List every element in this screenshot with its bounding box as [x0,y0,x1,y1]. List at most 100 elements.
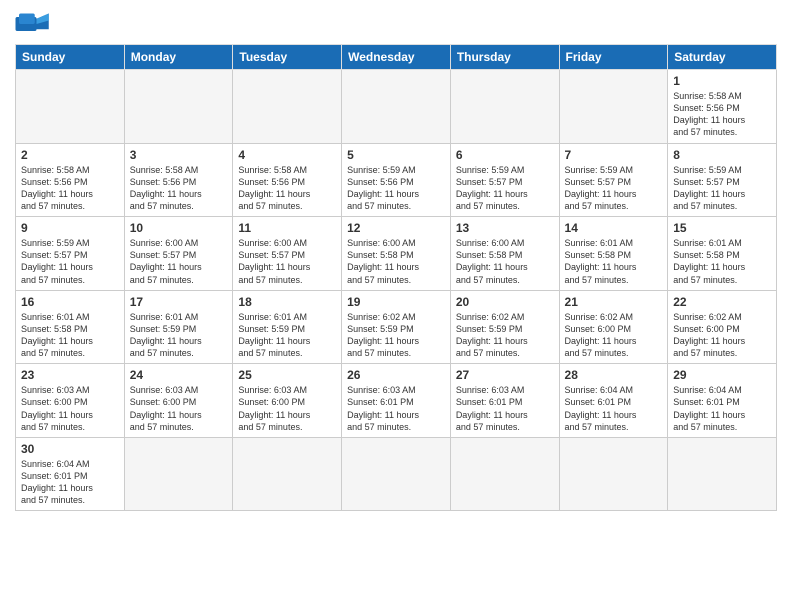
col-header-sunday: Sunday [16,45,125,70]
day-info: Sunrise: 6:00 AMSunset: 5:58 PMDaylight:… [347,237,445,286]
day-cell: 19Sunrise: 6:02 AMSunset: 5:59 PMDayligh… [342,290,451,364]
day-cell: 28 Sunrise: 6:04 AMSunset: 6:01 PMDayligh… [559,364,668,438]
day-number: 8 [673,148,771,162]
day-info: Sunrise: 5:58 AMSunset: 5:56 PMDaylight:… [21,164,119,213]
day-cell: 3Sunrise: 5:58 AMSunset: 5:56 PMDaylight… [124,143,233,217]
day-cell: 26 Sunrise: 6:03 AMSunset: 6:01 PMDayligh… [342,364,451,438]
col-header-friday: Friday [559,45,668,70]
day-number: 22 [673,295,771,309]
day-cell: 13 Sunrise: 6:00 AMSunset: 5:58 PMDayligh… [450,217,559,291]
day-cell: 10Sunrise: 6:00 AMSunset: 5:57 PMDayligh… [124,217,233,291]
day-cell: 21Sunrise: 6:02 AMSunset: 6:00 PMDayligh… [559,290,668,364]
day-info: Sunrise: 5:59 AMSunset: 5:57 PMDaylight:… [21,237,119,286]
day-info: Sunrise: 6:00 AMSunset: 5:57 PMDaylight:… [238,237,336,286]
day-info: Sunrise: 6:03 AMSunset: 6:00 PMDaylight:… [238,384,336,433]
day-number: 27 [456,368,554,382]
day-number: 18 [238,295,336,309]
col-header-thursday: Thursday [450,45,559,70]
day-info: Sunrise: 6:03 AMSunset: 6:00 PMDaylight:… [21,384,119,433]
day-cell [450,70,559,144]
day-cell [233,70,342,144]
col-header-saturday: Saturday [668,45,777,70]
day-number: 12 [347,221,445,235]
day-cell: 5 Sunrise: 5:59 AMSunset: 5:56 PMDaylight… [342,143,451,217]
day-number: 11 [238,221,336,235]
day-info: Sunrise: 6:01 AMSunset: 5:58 PMDaylight:… [565,237,663,286]
day-number: 4 [238,148,336,162]
day-cell: 8 Sunrise: 5:59 AMSunset: 5:57 PMDaylight… [668,143,777,217]
day-info: Sunrise: 6:01 AMSunset: 5:59 PMDaylight:… [130,311,228,360]
week-row-6: 30Sunrise: 6:04 AMSunset: 6:01 PMDayligh… [16,437,777,511]
day-number: 5 [347,148,445,162]
day-number: 28 [565,368,663,382]
day-number: 25 [238,368,336,382]
day-cell: 12 Sunrise: 6:00 AMSunset: 5:58 PMDayligh… [342,217,451,291]
day-cell: 7Sunrise: 5:59 AMSunset: 5:57 PMDaylight… [559,143,668,217]
day-info: Sunrise: 6:03 AMSunset: 6:01 PMDaylight:… [347,384,445,433]
day-cell: 16 Sunrise: 6:01 AMSunset: 5:58 PMDayligh… [16,290,125,364]
day-info: Sunrise: 6:04 AMSunset: 6:01 PMDaylight:… [565,384,663,433]
day-number: 2 [21,148,119,162]
page-header [15,10,777,38]
day-cell [450,437,559,511]
day-cell: 9 Sunrise: 5:59 AMSunset: 5:57 PMDaylight… [16,217,125,291]
col-header-wednesday: Wednesday [342,45,451,70]
day-number: 24 [130,368,228,382]
day-cell: 6Sunrise: 5:59 AMSunset: 5:57 PMDaylight… [450,143,559,217]
day-info: Sunrise: 5:58 AMSunset: 5:56 PMDaylight:… [673,90,771,139]
day-number: 6 [456,148,554,162]
day-number: 7 [565,148,663,162]
day-number: 15 [673,221,771,235]
day-cell [16,70,125,144]
day-info: Sunrise: 6:04 AMSunset: 6:01 PMDaylight:… [21,458,119,507]
day-number: 16 [21,295,119,309]
day-number: 21 [565,295,663,309]
day-number: 14 [565,221,663,235]
day-cell: 2 Sunrise: 5:58 AMSunset: 5:56 PMDaylight… [16,143,125,217]
day-cell [124,70,233,144]
day-cell [342,437,451,511]
day-info: Sunrise: 6:00 AMSunset: 5:58 PMDaylight:… [456,237,554,286]
week-row-2: 2 Sunrise: 5:58 AMSunset: 5:56 PMDaylight… [16,143,777,217]
day-cell: 29 Sunrise: 6:04 AMSunset: 6:01 PMDayligh… [668,364,777,438]
week-row-4: 16 Sunrise: 6:01 AMSunset: 5:58 PMDayligh… [16,290,777,364]
day-info: Sunrise: 5:59 AMSunset: 5:57 PMDaylight:… [673,164,771,213]
day-cell: 4 Sunrise: 5:58 AMSunset: 5:56 PMDaylight… [233,143,342,217]
day-info: Sunrise: 5:58 AMSunset: 5:56 PMDaylight:… [238,164,336,213]
header-row: SundayMondayTuesdayWednesdayThursdayFrid… [16,45,777,70]
day-info: Sunrise: 6:01 AMSunset: 5:58 PMDaylight:… [21,311,119,360]
week-row-1: 1Sunrise: 5:58 AMSunset: 5:56 PMDaylight… [16,70,777,144]
day-cell: 14 Sunrise: 6:01 AMSunset: 5:58 PMDayligh… [559,217,668,291]
day-cell: 25 Sunrise: 6:03 AMSunset: 6:00 PMDayligh… [233,364,342,438]
day-number: 26 [347,368,445,382]
day-number: 19 [347,295,445,309]
day-info: Sunrise: 6:02 AMSunset: 5:59 PMDaylight:… [456,311,554,360]
day-number: 20 [456,295,554,309]
day-number: 23 [21,368,119,382]
logo [15,10,55,38]
calendar-table: SundayMondayTuesdayWednesdayThursdayFrid… [15,44,777,511]
day-number: 17 [130,295,228,309]
day-cell: 27 Sunrise: 6:03 AMSunset: 6:01 PMDayligh… [450,364,559,438]
day-number: 29 [673,368,771,382]
day-info: Sunrise: 6:01 AMSunset: 5:59 PMDaylight:… [238,311,336,360]
day-number: 9 [21,221,119,235]
day-cell: 11 Sunrise: 6:00 AMSunset: 5:57 PMDayligh… [233,217,342,291]
day-info: Sunrise: 6:04 AMSunset: 6:01 PMDaylight:… [673,384,771,433]
day-cell: 22Sunrise: 6:02 AMSunset: 6:00 PMDayligh… [668,290,777,364]
day-cell: 1Sunrise: 5:58 AMSunset: 5:56 PMDaylight… [668,70,777,144]
day-info: Sunrise: 5:59 AMSunset: 5:56 PMDaylight:… [347,164,445,213]
day-number: 13 [456,221,554,235]
logo-icon [15,10,51,38]
day-cell: 18 Sunrise: 6:01 AMSunset: 5:59 PMDayligh… [233,290,342,364]
day-cell: 24 Sunrise: 6:03 AMSunset: 6:00 PMDayligh… [124,364,233,438]
day-cell [559,437,668,511]
day-cell [342,70,451,144]
day-info: Sunrise: 6:01 AMSunset: 5:58 PMDaylight:… [673,237,771,286]
day-cell [559,70,668,144]
day-cell: 17 Sunrise: 6:01 AMSunset: 5:59 PMDayligh… [124,290,233,364]
day-info: Sunrise: 6:03 AMSunset: 6:00 PMDaylight:… [130,384,228,433]
day-cell: 20 Sunrise: 6:02 AMSunset: 5:59 PMDayligh… [450,290,559,364]
day-info: Sunrise: 6:03 AMSunset: 6:01 PMDaylight:… [456,384,554,433]
day-cell [233,437,342,511]
